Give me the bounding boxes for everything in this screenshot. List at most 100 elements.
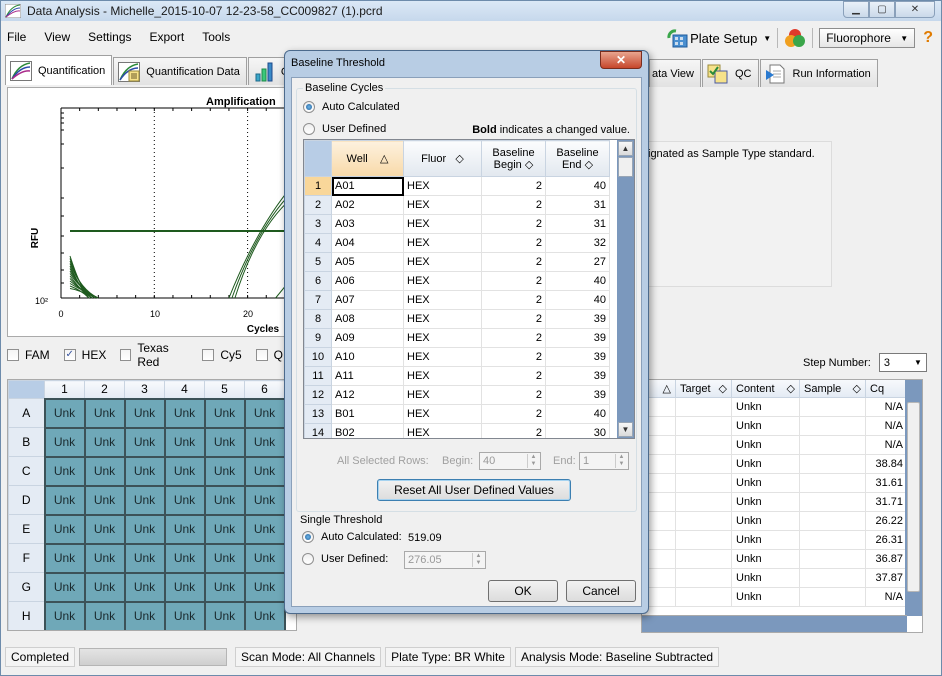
checkbox-texas-red[interactable]: Texas Red bbox=[120, 341, 188, 369]
cell-fluor[interactable]: HEX bbox=[403, 309, 482, 329]
plate-well[interactable]: Unk bbox=[163, 426, 206, 458]
plate-well[interactable]: Unk bbox=[83, 426, 126, 458]
table-row[interactable]: Unkn N/A bbox=[642, 398, 922, 417]
plate-column-header[interactable]: 2 bbox=[84, 380, 125, 399]
cell-fluor[interactable]: HEX bbox=[403, 347, 482, 367]
plate-well[interactable]: Unk bbox=[123, 455, 166, 487]
table-row[interactable]: 4 A04 HEX 2 32 bbox=[304, 233, 610, 253]
plate-well[interactable]: Unk bbox=[83, 484, 126, 516]
cell-fluor[interactable]: HEX bbox=[403, 404, 482, 424]
column-header-fluor[interactable]: Fluor ◇ bbox=[403, 140, 482, 177]
plate-well[interactable]: Unk bbox=[83, 542, 126, 574]
cell-well[interactable]: A06 bbox=[331, 271, 404, 291]
cell-well[interactable]: A09 bbox=[331, 328, 404, 348]
cancel-button[interactable]: Cancel bbox=[566, 580, 636, 602]
cell-baseline-begin[interactable]: 2 bbox=[481, 233, 546, 253]
table-row[interactable]: 11 A11 HEX 2 39 bbox=[304, 366, 610, 386]
cell-baseline-end[interactable]: 39 bbox=[545, 385, 610, 405]
threshold-user-radio[interactable]: User Defined: bbox=[302, 553, 388, 565]
table-row[interactable]: 10 A10 HEX 2 39 bbox=[304, 347, 610, 367]
plate-column-header[interactable]: 5 bbox=[204, 380, 245, 399]
cell-well[interactable]: A03 bbox=[331, 214, 404, 234]
row-number[interactable]: 4 bbox=[304, 233, 332, 253]
table-row[interactable]: 7 A07 HEX 2 40 bbox=[304, 290, 610, 310]
plate-well[interactable]: Unk bbox=[43, 513, 86, 545]
cell-baseline-end[interactable]: 39 bbox=[545, 366, 610, 386]
table-row[interactable]: Unkn 31.71 bbox=[642, 493, 922, 512]
plate-row-header[interactable]: G bbox=[8, 572, 45, 602]
menu-file[interactable]: File bbox=[7, 30, 26, 44]
column-header-well[interactable]: Well △ bbox=[331, 140, 404, 177]
checkbox-fam[interactable]: FAM bbox=[7, 348, 50, 362]
table-row[interactable]: 14 B02 HEX 2 30 bbox=[304, 423, 610, 438]
tab-quantification[interactable]: Quantification bbox=[5, 55, 113, 85]
spinner-arrows-icon[interactable]: ▲ ▼ bbox=[472, 553, 484, 567]
plate-well[interactable]: Unk bbox=[123, 426, 166, 458]
cell-fluor[interactable]: HEX bbox=[403, 385, 482, 405]
plate-well[interactable]: Unk bbox=[83, 571, 126, 603]
cell-fluor[interactable]: HEX bbox=[403, 423, 482, 438]
scrollbar-thumb[interactable] bbox=[907, 402, 920, 592]
column-header-target[interactable]: Target ◇ bbox=[676, 380, 732, 397]
checkbox-cy5[interactable]: Cy5 bbox=[202, 348, 242, 362]
plate-row-header[interactable]: C bbox=[8, 456, 45, 486]
minimize-button[interactable]: ▁ bbox=[843, 1, 869, 18]
dialog-close-button[interactable]: ✕ bbox=[600, 51, 642, 69]
row-number[interactable]: 2 bbox=[304, 195, 332, 215]
cell-fluor[interactable]: HEX bbox=[403, 290, 482, 310]
menu-tools[interactable]: Tools bbox=[202, 30, 230, 44]
plate-well[interactable]: Unk bbox=[43, 426, 86, 458]
cell-fluor[interactable]: HEX bbox=[403, 195, 482, 215]
plate-well[interactable]: Unk bbox=[243, 484, 286, 516]
cell-baseline-begin[interactable]: 2 bbox=[481, 347, 546, 367]
column-header-baseline-end[interactable]: Baseline End ◇ bbox=[545, 140, 610, 177]
table-row[interactable]: Unkn 26.22 bbox=[642, 512, 922, 531]
table-row[interactable]: Unkn 26.31 bbox=[642, 531, 922, 550]
plate-column-header[interactable]: 6 bbox=[244, 380, 285, 399]
tab-data-view[interactable]: ata View bbox=[649, 59, 701, 87]
cell-baseline-end[interactable]: 31 bbox=[545, 214, 610, 234]
scroll-up-icon[interactable]: ▲ bbox=[618, 141, 633, 156]
cell-baseline-begin[interactable]: 2 bbox=[481, 404, 546, 424]
table-row[interactable]: 5 A05 HEX 2 27 bbox=[304, 252, 610, 272]
plate-column-header[interactable]: 1 bbox=[44, 380, 85, 399]
table-row[interactable]: 6 A06 HEX 2 40 bbox=[304, 271, 610, 291]
baseline-user-radio[interactable]: User Defined bbox=[303, 123, 386, 135]
plate-well[interactable]: Unk bbox=[43, 571, 86, 603]
plate-well[interactable]: Unk bbox=[163, 455, 206, 487]
threshold-auto-radio[interactable]: Auto Calculated: bbox=[302, 531, 402, 543]
cell-baseline-end[interactable]: 39 bbox=[545, 347, 610, 367]
cell-well[interactable]: A12 bbox=[331, 385, 404, 405]
cell-fluor[interactable]: HEX bbox=[403, 176, 482, 196]
cell-baseline-begin[interactable]: 2 bbox=[481, 271, 546, 291]
results-horizontal-scrollbar[interactable] bbox=[642, 615, 907, 632]
table-row[interactable]: 9 A09 HEX 2 39 bbox=[304, 328, 610, 348]
plate-well[interactable]: Unk bbox=[163, 600, 206, 630]
table-row[interactable]: 3 A03 HEX 2 31 bbox=[304, 214, 610, 234]
cell-baseline-begin[interactable]: 2 bbox=[481, 195, 546, 215]
cell-baseline-begin[interactable]: 2 bbox=[481, 290, 546, 310]
cell-baseline-end[interactable]: 40 bbox=[545, 271, 610, 291]
row-number[interactable]: 10 bbox=[304, 347, 332, 367]
plate-well[interactable]: Unk bbox=[123, 571, 166, 603]
cell-baseline-begin[interactable]: 2 bbox=[481, 423, 546, 438]
plate-well[interactable]: Unk bbox=[83, 455, 126, 487]
help-icon[interactable]: ? bbox=[923, 29, 933, 47]
cell-well[interactable]: A02 bbox=[331, 195, 404, 215]
end-spinner[interactable]: 1 ▲ ▼ bbox=[579, 452, 629, 470]
row-number[interactable]: 6 bbox=[304, 271, 332, 291]
plate-well[interactable]: Unk bbox=[123, 484, 166, 516]
cell-baseline-end[interactable]: 39 bbox=[545, 328, 610, 348]
menu-export[interactable]: Export bbox=[150, 30, 185, 44]
plate-well[interactable]: Unk bbox=[203, 571, 246, 603]
cell-baseline-begin[interactable]: 2 bbox=[481, 309, 546, 329]
plate-row-header[interactable]: E bbox=[8, 514, 45, 544]
cell-baseline-begin[interactable]: 2 bbox=[481, 328, 546, 348]
row-number[interactable]: 9 bbox=[304, 328, 332, 348]
table-row[interactable]: Unkn 37.87 bbox=[642, 569, 922, 588]
row-number[interactable]: 14 bbox=[304, 423, 332, 438]
cell-baseline-begin[interactable]: 2 bbox=[481, 214, 546, 234]
cell-well[interactable]: A08 bbox=[331, 309, 404, 329]
plate-well[interactable]: Unk bbox=[243, 397, 286, 429]
menu-view[interactable]: View bbox=[44, 30, 70, 44]
